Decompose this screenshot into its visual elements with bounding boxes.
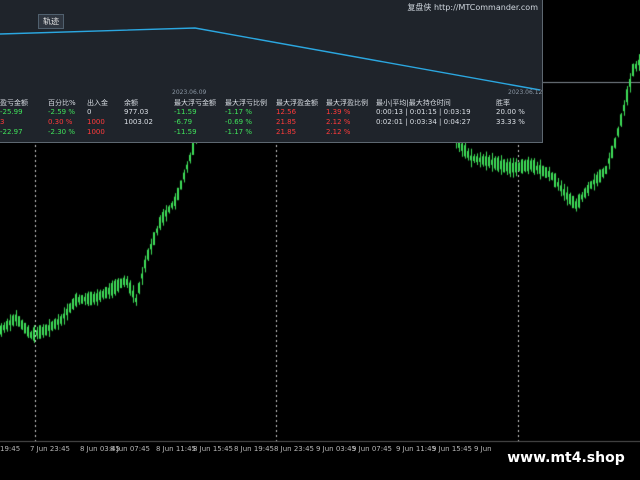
header-balance: 余额 xyxy=(124,99,138,107)
stats-cell: 21.85 xyxy=(276,118,297,126)
stats-cell: 1.39 % xyxy=(326,108,351,116)
time-tick: 8 Jun 23:45 xyxy=(274,445,315,453)
stats-cell: 1000 xyxy=(87,118,105,126)
stats-cell: 33.33 % xyxy=(496,118,525,126)
stats-cell: -11.59 xyxy=(174,128,197,136)
time-tick: 8 Jun 11:45 xyxy=(156,445,197,453)
stats-cell: 21.85 xyxy=(276,128,297,136)
stats-cell: 3 xyxy=(0,118,5,126)
time-tick: 9 Jun 15:45 xyxy=(432,445,473,453)
header-percent: 百分比% xyxy=(48,99,76,107)
stats-cell: 2.12 % xyxy=(326,118,351,126)
header-win-rate: 胜率 xyxy=(496,99,510,107)
stats-cell: -2.59 % xyxy=(48,108,75,116)
stats-cell: 0 xyxy=(87,108,92,116)
stats-cell: 1003.02 xyxy=(124,118,153,126)
stats-row: -22.97 -2.30 % 1000 -11.59 -1.17 % 21.85 2.12 … xyxy=(0,128,542,138)
time-tick: 19:45 xyxy=(0,445,21,453)
equity-track-line xyxy=(0,27,541,91)
equity-track-chart xyxy=(0,27,541,91)
header-max-float-profit-ratio: 最大浮盈比例 xyxy=(326,99,368,107)
time-tick: 8 Jun 15:45 xyxy=(193,445,234,453)
stats-cell: 2.12 % xyxy=(326,128,351,136)
header-max-float-loss: 最大浮亏金额 xyxy=(174,99,216,107)
stats-row: 3 0.30 % 1000 1003.02 -6.79 -0.69 % 21.85 2.12 … xyxy=(0,118,542,128)
header-pnl: 盈亏金额 xyxy=(0,99,28,107)
stats-cell: -22.97 xyxy=(0,128,23,136)
time-tick: 7 Jun 23:45 xyxy=(30,445,71,453)
track-date-start: 2023.06.09 xyxy=(172,89,207,96)
stats-cell: -6.79 xyxy=(174,118,193,126)
stats-cell: -25.99 xyxy=(0,108,23,116)
track-date-end: 2023.06.12 xyxy=(508,89,543,96)
brand-link[interactable]: 复盘侠 http://MTCommander.com xyxy=(407,2,538,13)
stats-cell: 0:02:01 | 0:03:34 | 0:04:27 xyxy=(376,118,471,126)
time-tick: 8 Jun 07:45 xyxy=(110,445,151,453)
stats-cell: -2.30 % xyxy=(48,128,75,136)
time-tick: 8 Jun 19:45 xyxy=(234,445,275,453)
header-deposit: 出入金 xyxy=(87,99,108,107)
stats-header-row: 盈亏金额 百分比% 出入金 余额 最大浮亏金额 最大浮亏比例 最大浮盈金额 最大… xyxy=(0,98,542,108)
stats-cell: 0:00:13 | 0:01:15 | 0:03:19 xyxy=(376,108,471,116)
stats-cell: -1.17 % xyxy=(225,128,252,136)
time-tick: 9 Jun 07:45 xyxy=(352,445,393,453)
stats-cell: 977.03 xyxy=(124,108,149,116)
track-tab[interactable]: 轨迹 xyxy=(38,14,64,29)
stats-cell: 1000 xyxy=(87,128,105,136)
stats-cell: 12.56 xyxy=(276,108,297,116)
stats-cell: 20.00 % xyxy=(496,108,525,116)
stats-cell: -0.69 % xyxy=(225,118,252,126)
time-tick: 9 Jun 11:45 xyxy=(396,445,437,453)
stats-cell: -11.59 xyxy=(174,108,197,116)
header-max-float-profit: 最大浮盈金额 xyxy=(276,99,318,107)
stats-row: -25.99 -2.59 % 0 977.03 -11.59 -1.17 % 12.56 1.… xyxy=(0,108,542,118)
stats-cell: -1.17 % xyxy=(225,108,252,116)
watermark: www.mt4.shop xyxy=(492,445,640,471)
header-holding-time: 最小|平均|最大持仓时间 xyxy=(376,99,451,107)
time-tick: 9 Jun 03:45 xyxy=(316,445,357,453)
stats-cell: 0.30 % xyxy=(48,118,73,126)
replay-stats-panel: 复盘侠 http://MTCommander.com 轨迹 2023.06.09… xyxy=(0,0,543,143)
header-max-float-loss-ratio: 最大浮亏比例 xyxy=(225,99,267,107)
